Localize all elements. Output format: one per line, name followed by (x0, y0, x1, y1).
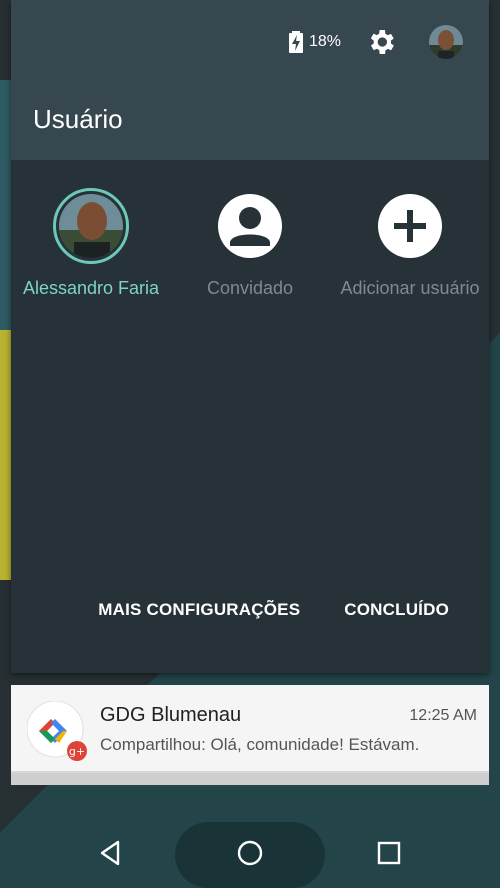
notification-card[interactable]: g+ GDG Blumenau 12:25 AM Compartilhou: O… (11, 685, 489, 773)
notification-text: Compartilhou: Olá, comunidade! Estávam. (100, 735, 420, 754)
recents-button-icon[interactable] (374, 838, 404, 868)
user-photo-icon (59, 194, 123, 258)
add-user-button[interactable]: Adicionar usuário (330, 188, 490, 299)
user-alessandro[interactable]: Alessandro Faria (11, 188, 171, 299)
done-button[interactable]: CONCLUÍDO (344, 600, 449, 620)
person-icon (230, 207, 270, 246)
notification-title: GDG Blumenau (100, 704, 242, 726)
more-settings-button[interactable]: MAIS CONFIGURAÇÕES (98, 600, 300, 620)
user-name-label: Alessandro Faria (22, 278, 160, 298)
back-button-icon[interactable] (96, 838, 126, 868)
notification-time: 12:25 AM (409, 707, 477, 724)
user-guest[interactable]: Convidado (170, 188, 330, 299)
navigation-bar (0, 820, 500, 888)
battery-charging-icon (288, 31, 303, 53)
gdg-logo-icon: g+ (27, 701, 87, 761)
home-button-icon[interactable] (235, 838, 265, 868)
svg-text:g+: g+ (69, 745, 85, 758)
battery-indicator[interactable]: 18% (288, 31, 341, 53)
guest-user-icon (218, 194, 282, 258)
user-avatar (53, 188, 129, 264)
guest-label: Convidado (206, 278, 294, 298)
current-user-avatar[interactable] (429, 25, 463, 59)
user-switcher-panel: 18% Usuário Alessandro Faria Convidado A… (11, 0, 489, 673)
status-row: 18% (288, 24, 489, 60)
settings-gear-icon[interactable] (365, 26, 397, 58)
panel-header: 18% Usuário (11, 0, 489, 160)
panel-actions: MAIS CONFIGURAÇÕES CONCLUÍDO (98, 600, 449, 620)
panel-title: Usuário (33, 104, 123, 134)
plus-icon (394, 210, 426, 242)
battery-percent: 18% (308, 33, 341, 50)
add-icon (378, 194, 442, 258)
notification-shadow (11, 773, 489, 785)
add-user-label: Adicionar usuário (340, 278, 480, 298)
avatar-photo-icon (429, 25, 463, 59)
